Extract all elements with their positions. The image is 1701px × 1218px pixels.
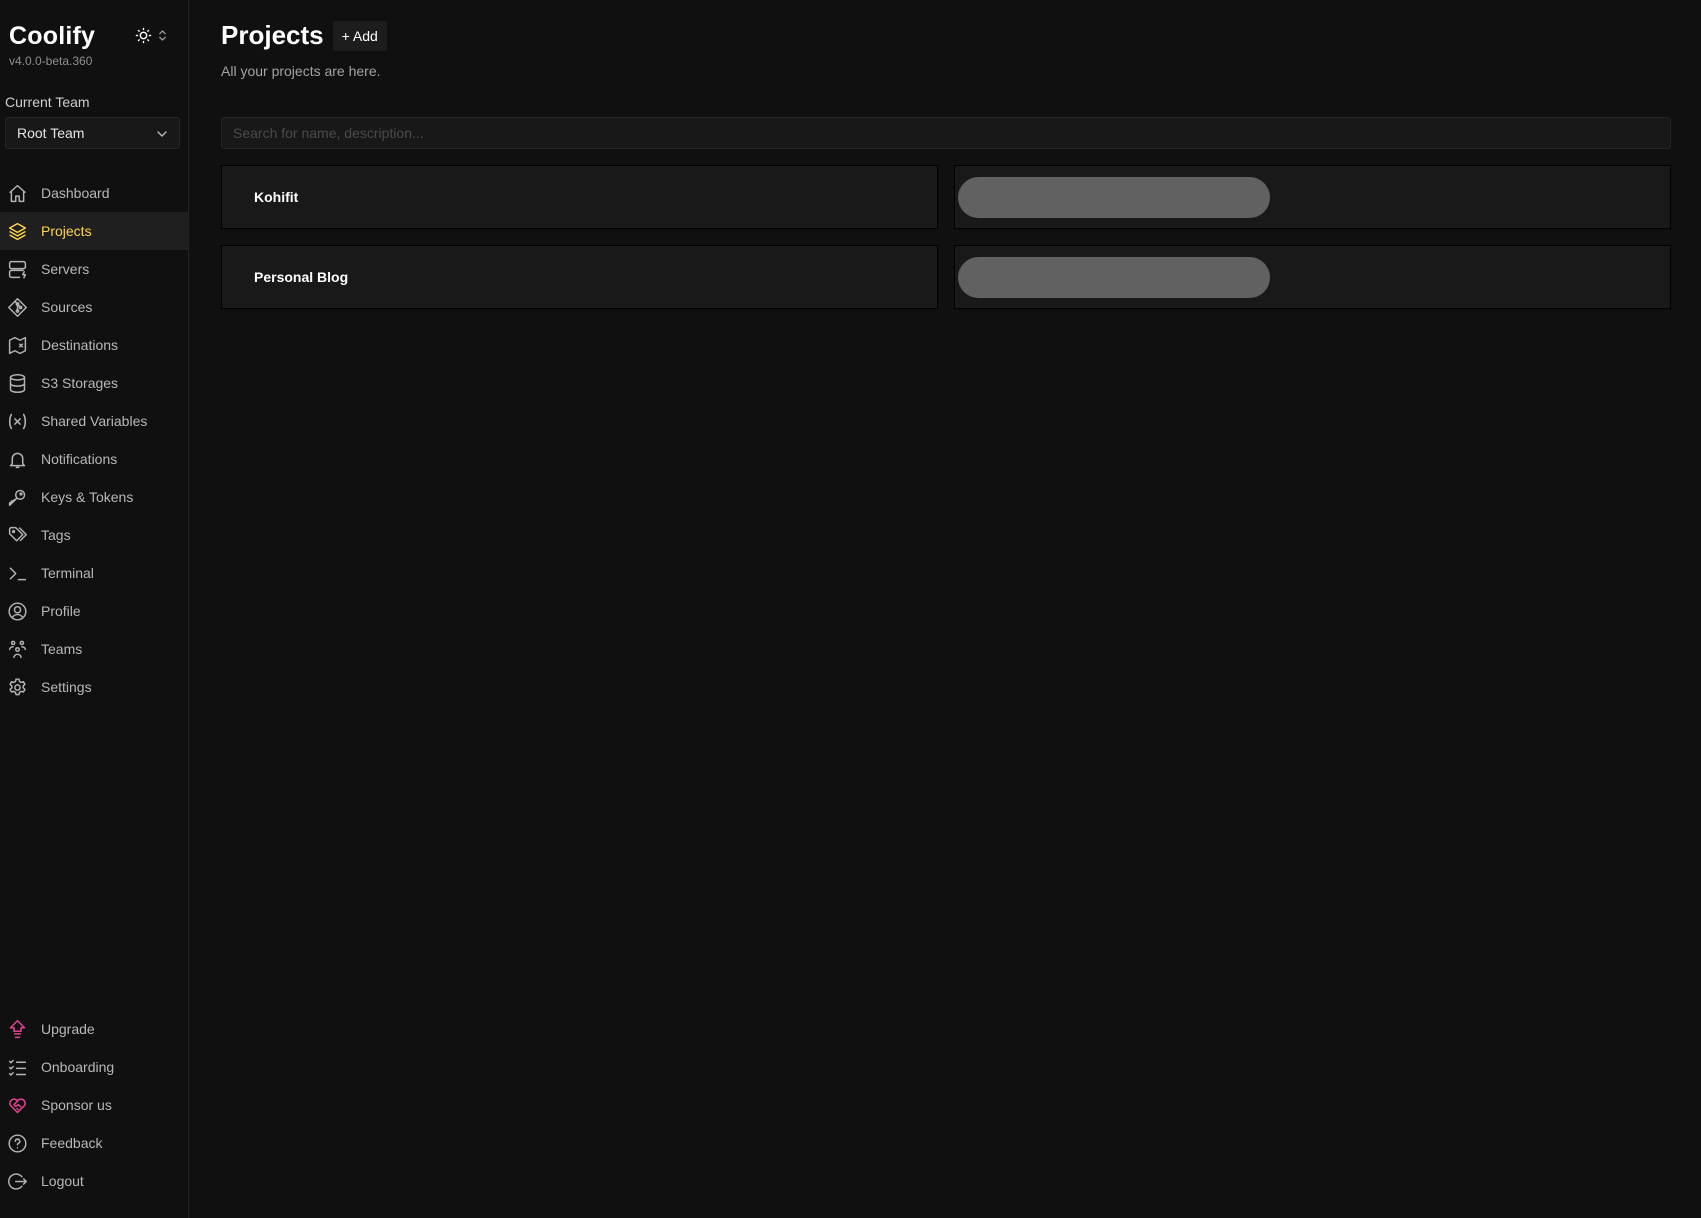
sidebar-item-label: Profile	[41, 603, 81, 619]
chevron-down-icon	[156, 127, 168, 143]
project-loading-card	[954, 165, 1671, 229]
terminal-icon	[6, 562, 28, 584]
sidebar-item-terminal[interactable]: Terminal	[0, 554, 188, 592]
team-select[interactable]: Root Team	[5, 117, 180, 149]
sidebar-item-label: Dashboard	[41, 185, 110, 201]
sidebar-item-label: Shared Variables	[41, 413, 148, 429]
sidebar-item-label: S3 Storages	[41, 375, 119, 391]
sidebar-item-settings[interactable]: Settings	[0, 668, 188, 706]
sidebar-item-onboarding[interactable]: Onboarding	[0, 1048, 188, 1086]
project-name: Kohifit	[254, 189, 299, 205]
sidebar-item-label: Logout	[41, 1173, 84, 1189]
app-version: v4.0.0-beta.360	[9, 54, 93, 68]
sidebar-item-label: Onboarding	[41, 1059, 115, 1075]
server-icon	[6, 258, 28, 280]
tags-icon	[6, 524, 28, 546]
variable-icon	[6, 410, 28, 432]
project-card[interactable]: Kohifit	[221, 165, 938, 229]
sidebar-item-upgrade[interactable]: Upgrade	[0, 1010, 188, 1048]
sidebar-item-label: Notifications	[41, 451, 118, 467]
sidebar-item-label: Destinations	[41, 337, 119, 353]
sidebar: Coolify v4.0.0-beta.360 Current Team Roo…	[0, 0, 189, 1218]
layers-icon	[6, 220, 28, 242]
sidebar-item-sources[interactable]: Sources	[0, 288, 188, 326]
map-icon	[6, 334, 28, 356]
app-logo[interactable]: Coolify	[9, 22, 95, 51]
page-subtitle: All your projects are here.	[221, 63, 381, 79]
sidebar-item-teams[interactable]: Teams	[0, 630, 188, 668]
sidebar-item-s3-storages[interactable]: S3 Storages	[0, 364, 188, 402]
project-loading-card	[954, 245, 1671, 309]
upgrade-arrow-icon	[6, 1018, 28, 1040]
sidebar-item-label: Upgrade	[41, 1021, 95, 1037]
add-project-button[interactable]: + Add	[332, 20, 387, 51]
bottom-nav: Upgrade Onboarding Sponsor us Feedback L…	[0, 1010, 188, 1200]
user-circle-icon	[6, 600, 28, 622]
page-header: Projects + Add	[221, 20, 387, 51]
sidebar-item-dashboard[interactable]: Dashboard	[0, 174, 188, 212]
sidebar-item-label: Terminal	[41, 565, 94, 581]
project-name: Personal Blog	[254, 269, 349, 285]
sidebar-item-label: Servers	[41, 261, 90, 277]
users-icon	[6, 638, 28, 660]
sidebar-item-label: Keys & Tokens	[41, 489, 134, 505]
sidebar-item-sponsor[interactable]: Sponsor us	[0, 1086, 188, 1124]
gear-icon	[6, 676, 28, 698]
sidebar-item-projects[interactable]: Projects	[0, 212, 188, 250]
page-title: Projects	[221, 20, 324, 50]
logout-icon	[6, 1170, 28, 1192]
heart-handshake-icon	[6, 1094, 28, 1116]
question-circle-icon	[6, 1132, 28, 1154]
sidebar-item-label: Settings	[41, 679, 92, 695]
main-nav: Dashboard Projects Servers Sources Desti…	[0, 174, 188, 706]
key-icon	[6, 486, 28, 508]
sidebar-item-keys-tokens[interactable]: Keys & Tokens	[0, 478, 188, 516]
sidebar-item-profile[interactable]: Profile	[0, 592, 188, 630]
sidebar-item-label: Feedback	[41, 1135, 103, 1151]
team-select-value: Root Team	[17, 125, 85, 141]
sidebar-item-label: Teams	[41, 641, 83, 657]
sidebar-item-label: Tags	[41, 527, 71, 543]
search-input[interactable]	[221, 117, 1671, 149]
chevron-up-down-icon	[158, 29, 167, 42]
theme-toggle-button[interactable]	[135, 24, 175, 46]
sidebar-item-tags[interactable]: Tags	[0, 516, 188, 554]
sidebar-item-shared-variables[interactable]: Shared Variables	[0, 402, 188, 440]
git-icon	[6, 296, 28, 318]
loading-skeleton	[958, 176, 1270, 218]
current-team-label: Current Team	[5, 94, 90, 110]
database-icon	[6, 372, 28, 394]
sidebar-item-servers[interactable]: Servers	[0, 250, 188, 288]
sun-icon	[135, 27, 152, 44]
sidebar-item-label: Sponsor us	[41, 1097, 112, 1113]
project-card[interactable]: Personal Blog	[221, 245, 938, 309]
loading-skeleton	[958, 256, 1270, 298]
home-icon	[6, 182, 28, 204]
sidebar-item-logout[interactable]: Logout	[0, 1162, 188, 1200]
sidebar-item-label: Sources	[41, 299, 93, 315]
sidebar-item-feedback[interactable]: Feedback	[0, 1124, 188, 1162]
bell-icon	[6, 448, 28, 470]
checklist-icon	[6, 1056, 28, 1078]
sidebar-item-notifications[interactable]: Notifications	[0, 440, 188, 478]
sidebar-item-destinations[interactable]: Destinations	[0, 326, 188, 364]
project-grid: Kohifit Personal Blog	[221, 165, 1671, 309]
sidebar-item-label: Projects	[41, 223, 92, 239]
